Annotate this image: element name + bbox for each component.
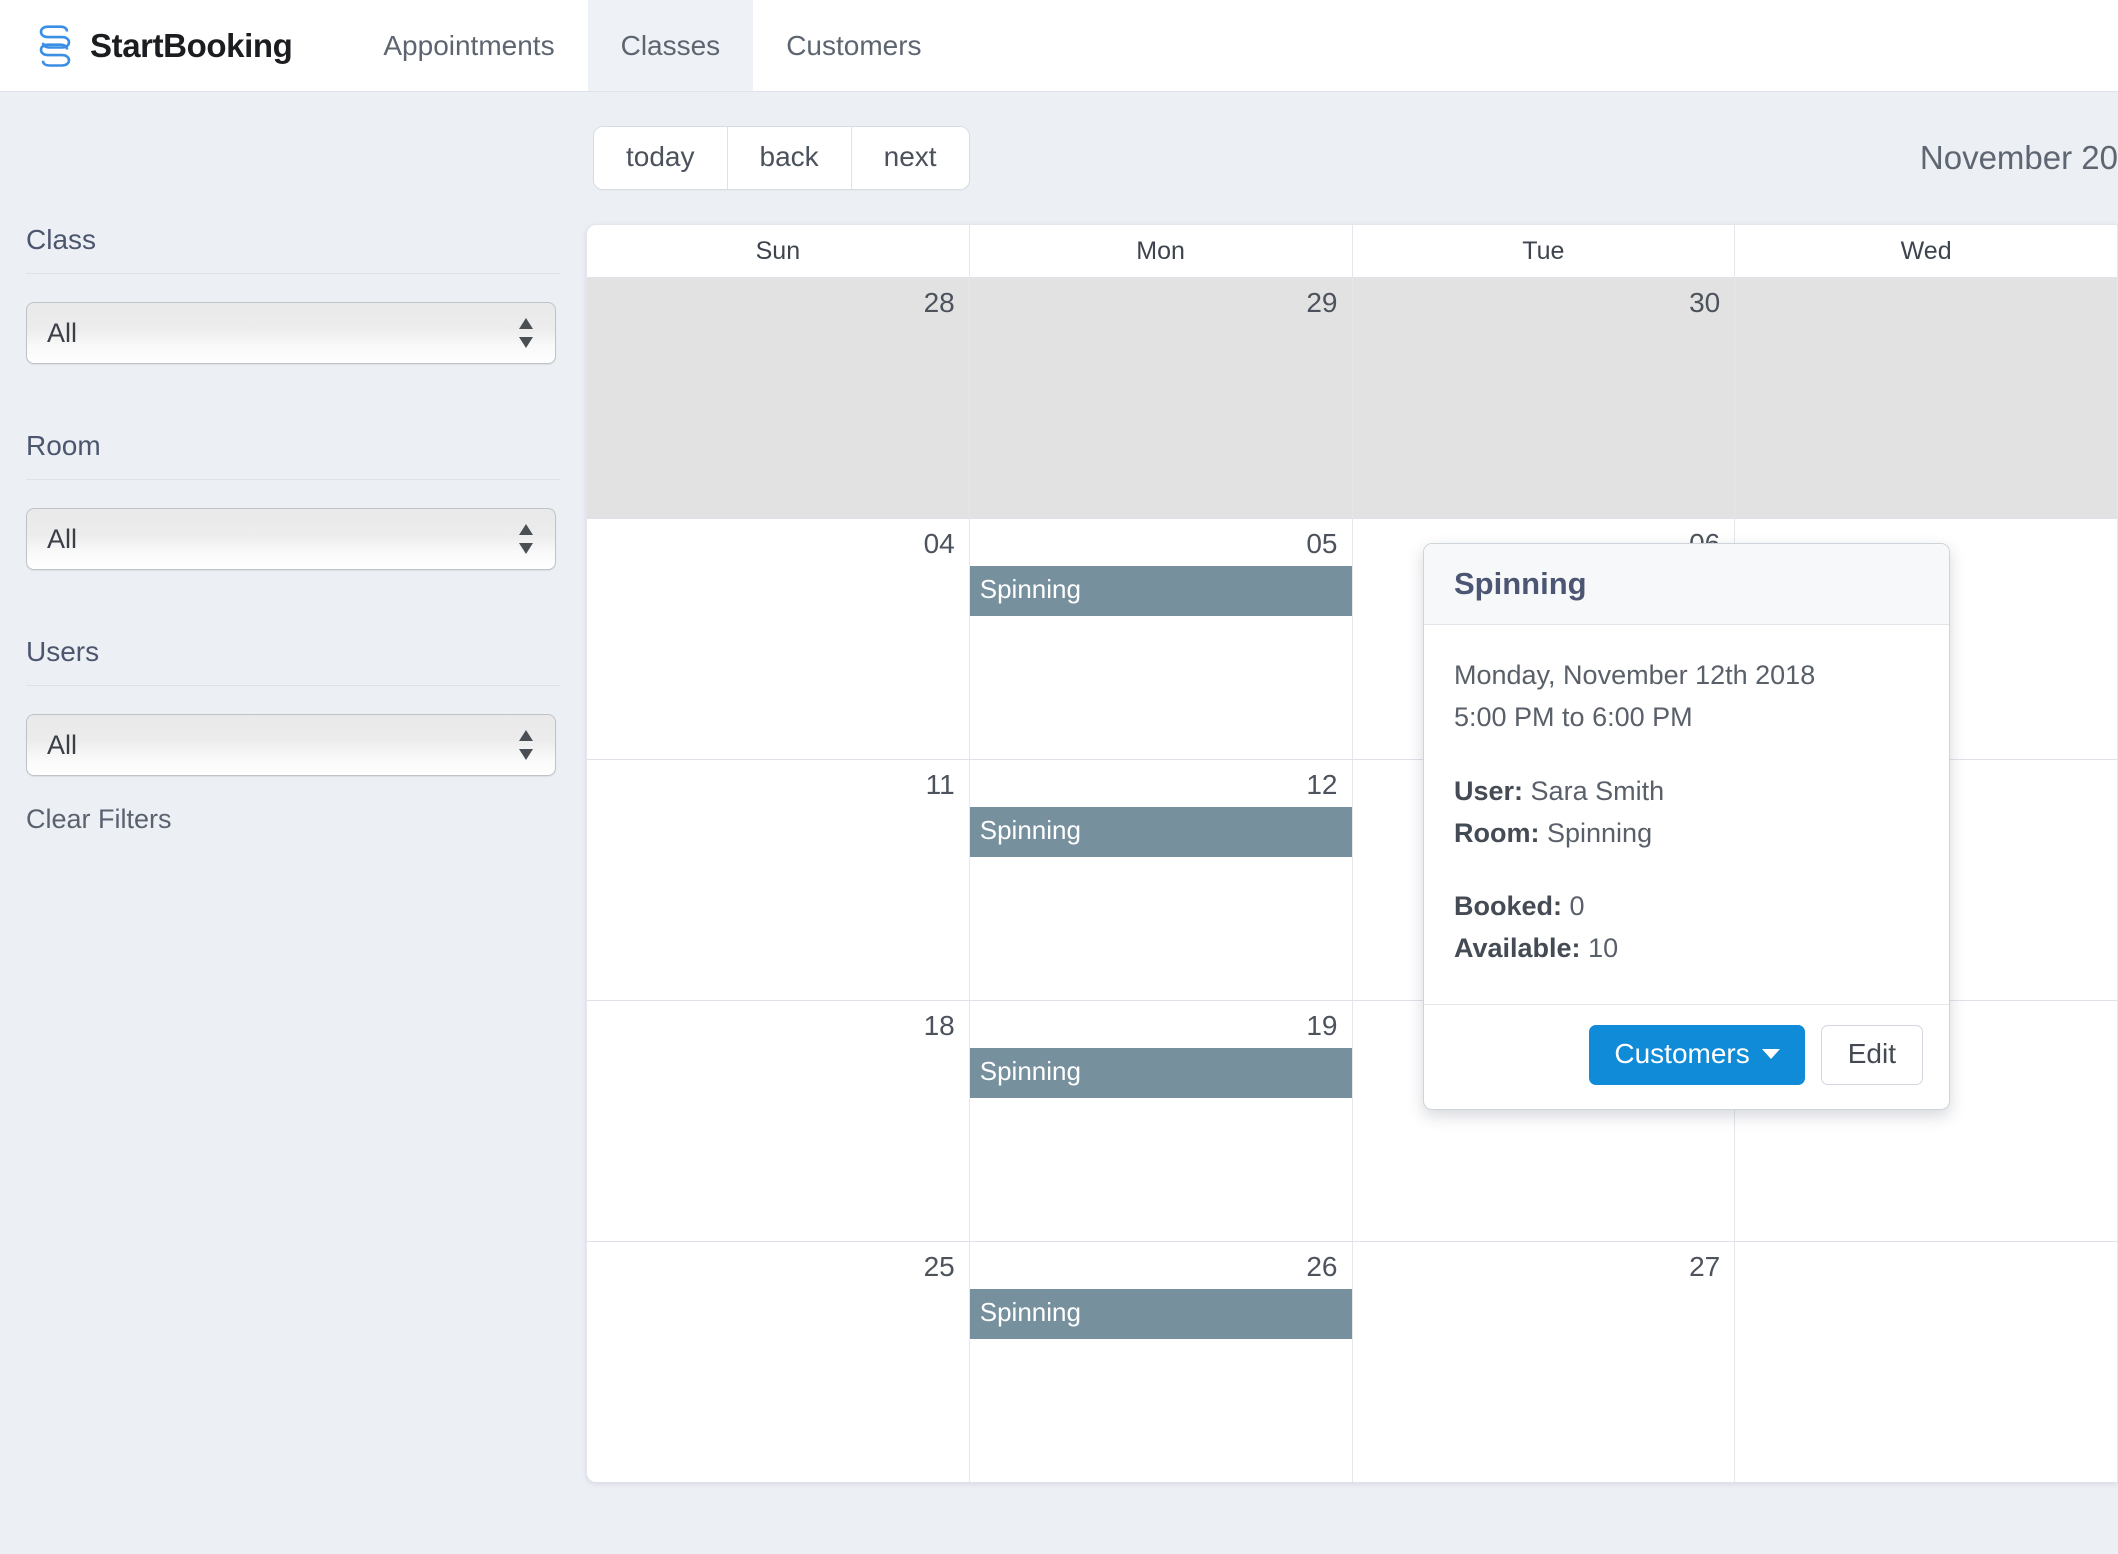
calendar-weekday-header-row: Sun Mon Tue Wed bbox=[587, 225, 2118, 277]
calendar-day-cell[interactable]: 12 Spinning bbox=[969, 760, 1353, 1000]
weekday-header-sun: Sun bbox=[587, 225, 970, 277]
day-number: 05 bbox=[1306, 528, 1338, 559]
day-number: 19 bbox=[1306, 1010, 1338, 1041]
calendar-day-cell[interactable]: 26 Spinning bbox=[969, 1242, 1353, 1482]
filter-room: Room All bbox=[26, 430, 586, 570]
room-filter-select[interactable]: All bbox=[26, 508, 556, 570]
day-number: 12 bbox=[1306, 769, 1338, 800]
popover-booked-label: Booked: bbox=[1454, 891, 1562, 922]
filter-class: Class All bbox=[26, 224, 586, 364]
filter-users-select-wrap: All bbox=[26, 714, 556, 776]
day-number: 26 bbox=[1306, 1251, 1338, 1282]
nav-item-appointments[interactable]: Appointments bbox=[350, 0, 587, 91]
calendar-day-cell[interactable]: 25 bbox=[587, 1242, 970, 1482]
today-button[interactable]: today bbox=[594, 127, 728, 189]
nav-item-classes[interactable]: Classes bbox=[587, 0, 754, 91]
calendar-day-cell[interactable]: 28 bbox=[587, 278, 970, 518]
filter-class-label: Class bbox=[26, 224, 560, 274]
calendar-day-cell[interactable]: 18 bbox=[587, 1001, 970, 1241]
users-filter-select[interactable]: All bbox=[26, 714, 556, 776]
calendar-day-cell[interactable]: 19 Spinning bbox=[969, 1001, 1353, 1241]
top-navigation-bar: StartBooking Appointments Classes Custom… bbox=[0, 0, 2118, 92]
nav-item-customers[interactable]: Customers bbox=[753, 0, 954, 91]
calendar-day-cell[interactable]: 04 bbox=[587, 519, 970, 759]
calendar-toolbar: today back next November 20 bbox=[586, 92, 2118, 224]
calendar-nav-button-group: today back next bbox=[594, 127, 969, 189]
popover-footer: Customers Edit bbox=[1424, 1004, 1949, 1109]
calendar-week-row: 28 29 30 bbox=[587, 277, 2118, 518]
customers-button-label: Customers bbox=[1614, 1038, 1750, 1070]
filter-room-select-wrap: All bbox=[26, 508, 556, 570]
filter-users-label: Users bbox=[26, 636, 560, 686]
day-number: 25 bbox=[923, 1251, 955, 1282]
next-button[interactable]: next bbox=[851, 127, 969, 189]
popover-room-label: Room: bbox=[1454, 817, 1540, 848]
calendar-day-cell[interactable]: 29 bbox=[969, 278, 1353, 518]
calendar-week-row: 25 26 Spinning 27 bbox=[587, 1241, 2118, 1482]
popover-room-row: Room: Spinning bbox=[1454, 813, 1919, 855]
day-number: 27 bbox=[1689, 1251, 1721, 1282]
brand-logo[interactable]: StartBooking bbox=[0, 0, 322, 91]
calendar-month-title: November 20 bbox=[1919, 139, 2118, 176]
popover-date: Monday, November 12th 2018 bbox=[1454, 660, 1816, 690]
day-number bbox=[1735, 278, 2117, 288]
filter-class-select-wrap: All bbox=[26, 302, 556, 364]
popover-available-row: Available: 10 bbox=[1454, 928, 1919, 970]
caret-down-icon bbox=[1761, 1049, 1780, 1060]
day-number bbox=[1735, 519, 2117, 529]
popover-spacer bbox=[1454, 854, 1919, 886]
day-number bbox=[1735, 1242, 2117, 1252]
day-number: 11 bbox=[925, 769, 955, 800]
day-number: 30 bbox=[1689, 287, 1721, 318]
popover-body: Monday, November 12th 2018 5:00 PM to 6:… bbox=[1424, 625, 1949, 1004]
event-details-popover: Spinning Monday, November 12th 2018 5:00… bbox=[1423, 543, 1950, 1111]
popover-header: Spinning bbox=[1424, 544, 1949, 625]
popover-available-label: Available: bbox=[1454, 933, 1581, 964]
calendar-day-cell[interactable] bbox=[1735, 278, 2118, 518]
calendar-event[interactable]: Spinning bbox=[969, 565, 1352, 616]
clear-filters-link[interactable]: Clear Filters bbox=[26, 804, 172, 835]
weekday-header-mon: Mon bbox=[970, 225, 1353, 277]
filter-users: Users All bbox=[26, 636, 586, 776]
calendar-day-cell[interactable]: 05 Spinning bbox=[969, 519, 1353, 759]
startbooking-s-logo-icon bbox=[36, 24, 76, 68]
calendar-day-cell[interactable]: 11 bbox=[587, 760, 970, 1000]
popover-title: Spinning bbox=[1454, 566, 1587, 601]
brand-name: StartBooking bbox=[90, 26, 293, 64]
filters-sidebar: Class All Room All Users All Clear Filte… bbox=[0, 92, 586, 835]
day-number: 18 bbox=[923, 1010, 955, 1041]
popover-user-value: Sara Smith bbox=[1530, 775, 1665, 806]
calendar-day-cell[interactable]: 30 bbox=[1352, 278, 1736, 518]
popover-user-row: User: Sara Smith bbox=[1454, 771, 1919, 813]
weekday-header-tue: Tue bbox=[1353, 225, 1736, 277]
calendar-day-cell[interactable] bbox=[1735, 1242, 2118, 1482]
day-number: 29 bbox=[1306, 287, 1338, 318]
popover-room-value: Spinning bbox=[1547, 817, 1653, 848]
class-filter-select[interactable]: All bbox=[26, 302, 556, 364]
calendar-event[interactable]: Spinning bbox=[969, 1288, 1352, 1339]
calendar-day-cell[interactable]: 27 bbox=[1352, 1242, 1736, 1482]
edit-button[interactable]: Edit bbox=[1820, 1025, 1923, 1086]
customers-dropdown-button[interactable]: Customers bbox=[1589, 1025, 1805, 1086]
day-number: 28 bbox=[923, 287, 955, 318]
popover-user-label: User: bbox=[1454, 775, 1524, 806]
main-nav: Appointments Classes Customers bbox=[350, 0, 954, 91]
popover-booked-row: Booked: 0 bbox=[1454, 886, 1919, 928]
calendar-event[interactable]: Spinning bbox=[969, 1047, 1352, 1098]
day-number: 04 bbox=[923, 528, 955, 559]
calendar-event[interactable]: Spinning bbox=[969, 806, 1352, 857]
weekday-header-wed: Wed bbox=[1735, 225, 2118, 277]
filter-room-label: Room bbox=[26, 430, 560, 480]
popover-available-value: 10 bbox=[1588, 933, 1619, 964]
popover-spacer bbox=[1454, 739, 1919, 771]
popover-time: 5:00 PM to 6:00 PM bbox=[1454, 701, 1693, 732]
popover-booked-value: 0 bbox=[1569, 891, 1585, 922]
back-button[interactable]: back bbox=[727, 127, 852, 189]
